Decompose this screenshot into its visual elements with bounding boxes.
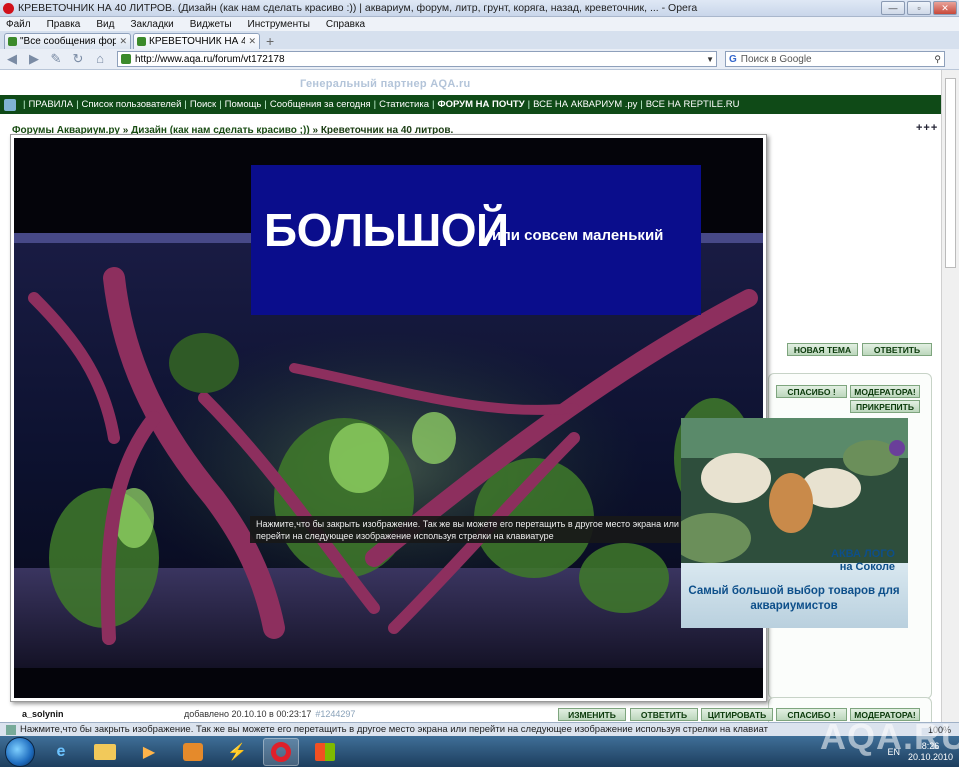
- tab-all-messages[interactable]: "Все сообщения фору... ✕: [4, 33, 131, 49]
- menu-widgets[interactable]: Виджеты: [190, 19, 232, 30]
- back-icon[interactable]: ◀: [4, 51, 20, 67]
- start-button[interactable]: [5, 736, 35, 767]
- menu-bar: Файл Правка Вид Закладки Виджеты Инструм…: [0, 17, 959, 31]
- post-date-text: добавлено 20.10.10 в 00:23:17: [184, 709, 312, 719]
- nav-rules[interactable]: ПРАВИЛА: [28, 99, 73, 110]
- aquarium-photo[interactable]: БОЛЬШОЙ или совсем маленький Нажмите,что…: [14, 138, 763, 698]
- minimize-button[interactable]: —: [881, 1, 905, 15]
- window-title: КРЕВЕТОЧНИК НА 40 ЛИТРОВ. (Дизайн (как н…: [18, 2, 698, 14]
- ie-icon[interactable]: e: [43, 738, 79, 766]
- status-bar: Нажмите,что бы закрыть изображение. Так …: [0, 722, 959, 736]
- menu-help[interactable]: Справка: [326, 19, 365, 30]
- nav-reptile[interactable]: ВСЕ НА REPTILE.RU: [646, 99, 740, 110]
- windows-app-icon[interactable]: [307, 738, 343, 766]
- ad-brand-line2: на Соколе: [839, 561, 895, 573]
- banner-small-text: или совсем маленький: [492, 227, 664, 244]
- new-topic-button[interactable]: НОВАЯ ТЕМА: [787, 343, 858, 356]
- nav-users[interactable]: Список пользователей: [82, 99, 182, 110]
- menu-bookmarks[interactable]: Закладки: [130, 19, 173, 30]
- media-player-icon[interactable]: ▶: [131, 738, 167, 766]
- page-scrollbar[interactable]: [941, 70, 959, 722]
- tab-close-icon[interactable]: ✕: [119, 36, 127, 47]
- quote-button[interactable]: ЦИТИРОВАТЬ: [701, 708, 773, 721]
- site-favicon-icon: [8, 37, 17, 46]
- image-tooltip: Нажмите,что бы закрыть изображение. Так …: [250, 516, 704, 543]
- nav-aquarium[interactable]: ВСЕ НА АКВАРИУМ .ру: [533, 99, 637, 110]
- status-text: Нажмите,что бы закрыть изображение. Так …: [20, 724, 768, 735]
- tab-label: "Все сообщения фору...: [20, 36, 117, 47]
- nav-forum-mail[interactable]: ФОРУМ НА ПОЧТУ: [437, 99, 524, 110]
- site-icon: [121, 54, 131, 64]
- status-icon: [6, 724, 16, 735]
- scrollbar-thumb[interactable]: [945, 78, 956, 268]
- opera-taskbar-icon[interactable]: [263, 737, 299, 766]
- nav-search[interactable]: Поиск: [190, 99, 216, 110]
- watermark: AQA.RU: [820, 716, 959, 757]
- twitter-icon[interactable]: [4, 98, 16, 111]
- post-id[interactable]: #1244297: [315, 709, 355, 719]
- opera-logo-icon: [3, 2, 14, 14]
- tab-shrimp-topic[interactable]: КРЕВЕТОЧНИК НА 40 ... ✕: [133, 33, 260, 49]
- post-author[interactable]: a_solynin: [22, 709, 64, 719]
- url-text: http://www.aqa.ru/forum/vt172178: [135, 53, 285, 65]
- office-app-icon[interactable]: [175, 738, 211, 766]
- site-favicon-icon: [137, 37, 146, 46]
- thanks-button[interactable]: СПАСИБО !: [776, 385, 847, 398]
- answer-button[interactable]: ОТВЕТИТЬ: [630, 708, 698, 721]
- promo-banner: БОЛЬШОЙ или совсем маленький: [251, 165, 701, 315]
- image-lightbox[interactable]: БОЛЬШОЙ или совсем маленький Нажмите,что…: [10, 134, 767, 702]
- pin-button[interactable]: ПРИКРЕПИТЬ: [850, 400, 920, 413]
- url-dropdown-icon[interactable]: ▼: [706, 55, 714, 64]
- search-placeholder: Поиск в Google: [740, 53, 812, 65]
- nav-stats[interactable]: Статистика: [379, 99, 429, 110]
- new-tab-button[interactable]: +: [262, 33, 278, 49]
- banner-big-text: БОЛЬШОЙ: [264, 204, 509, 256]
- tool-app-icon[interactable]: ⚡: [219, 738, 255, 766]
- reply-button[interactable]: ОТВЕТИТЬ: [862, 343, 932, 356]
- moderators-button[interactable]: МОДЕРАТОРА!: [850, 385, 920, 398]
- edit-button[interactable]: ИЗМЕНИТЬ: [558, 708, 626, 721]
- nav-help[interactable]: Помощь: [225, 99, 262, 110]
- search-input[interactable]: G Поиск в Google ⚲: [725, 51, 945, 67]
- tab-bar: "Все сообщения фору... ✕ КРЕВЕТОЧНИК НА …: [0, 31, 959, 49]
- title-bar: КРЕВЕТОЧНИК НА 40 ЛИТРОВ. (Дизайн (как н…: [0, 0, 959, 17]
- home-icon[interactable]: ⌂: [92, 51, 108, 67]
- tab-close-icon[interactable]: ✕: [248, 36, 256, 47]
- menu-file[interactable]: Файл: [6, 19, 31, 30]
- edit-pen-icon[interactable]: ✎: [48, 51, 64, 67]
- partner-text: Генеральный партнер AQA.ru: [300, 78, 471, 90]
- advertisement[interactable]: АКВА ЛОГО на Соколе Самый большой выбор …: [681, 418, 908, 628]
- explorer-folder-icon[interactable]: [87, 738, 123, 766]
- search-icon[interactable]: ⚲: [934, 54, 941, 65]
- address-toolbar: ◀ ▶ ✎ ↻ ⌂ http://www.aqa.ru/forum/vt1721…: [0, 49, 959, 70]
- nav-today[interactable]: Сообщения за сегодня: [270, 99, 371, 110]
- ad-coral-image: [681, 418, 908, 568]
- forward-icon[interactable]: ▶: [26, 51, 42, 67]
- ad-brand: АКВА ЛОГО на Соколе: [831, 548, 895, 574]
- menu-view[interactable]: Вид: [96, 19, 114, 30]
- expand-all-icon[interactable]: +++: [916, 122, 938, 134]
- forum-nav: | ПРАВИЛА | Список пользователей | Поиск | …: [0, 95, 959, 114]
- taskbar: e ▶ ⚡ EN 8:26 20.10.2010: [0, 736, 959, 767]
- reload-icon[interactable]: ↻: [70, 51, 86, 67]
- menu-tools[interactable]: Инструменты: [248, 19, 310, 30]
- maximize-button[interactable]: ▫: [907, 1, 931, 15]
- post-date: добавлено 20.10.10 в 00:23:17 #1244297: [184, 709, 355, 719]
- ad-brand-line1: АКВА ЛОГО: [831, 548, 895, 560]
- ad-slogan: Самый большой выбор товаров для аквариум…: [688, 585, 900, 612]
- close-button[interactable]: ✕: [933, 1, 957, 15]
- google-icon: G: [729, 53, 737, 65]
- url-field[interactable]: http://www.aqa.ru/forum/vt172178 ▼: [117, 51, 717, 67]
- tab-label: КРЕВЕТОЧНИК НА 40 ...: [149, 36, 245, 47]
- menu-edit[interactable]: Правка: [47, 19, 81, 30]
